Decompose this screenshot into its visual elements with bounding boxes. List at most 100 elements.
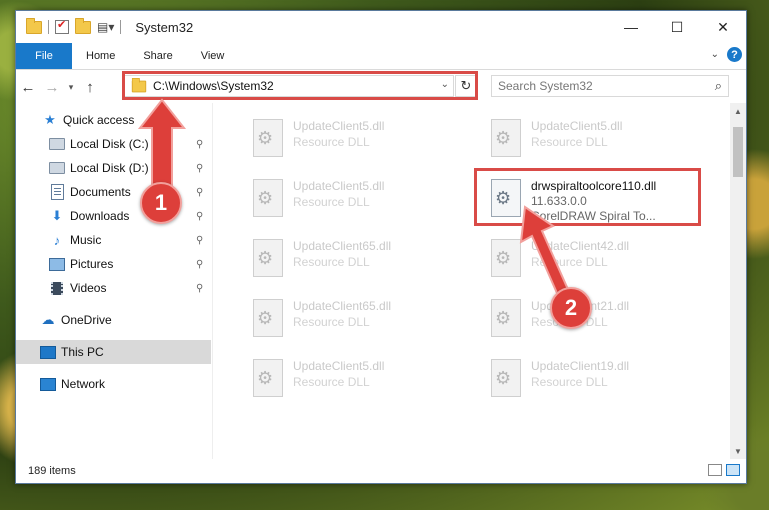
dll-file-icon xyxy=(253,359,283,397)
large-icons-view-icon[interactable] xyxy=(726,464,740,476)
file-item[interactable]: UpdateClient5.dll Resource DLL xyxy=(241,113,471,165)
network-icon xyxy=(40,376,56,392)
title-bar: ▤▾ System32 — ☐ ✕ xyxy=(16,11,746,43)
sidebar-item-local-disk-d[interactable]: Local Disk (D:) ⚲ xyxy=(16,156,211,180)
sidebar-item-label: Local Disk (D:) xyxy=(70,161,149,175)
back-button[interactable]: ← xyxy=(16,79,40,96)
file-item[interactable]: UpdateClient42.dll Resource DLL xyxy=(479,233,709,285)
sidebar-item-this-pc[interactable]: This PC xyxy=(16,340,211,364)
target-dll-file[interactable]: drwspiraltoolcore110.dll11.633.0.0CorelD… xyxy=(479,173,709,225)
step-1-badge: 1 xyxy=(140,182,182,224)
file-item[interactable]: UpdateClient5.dll Resource DLL xyxy=(241,173,471,225)
file-type: Resource DLL xyxy=(293,315,370,329)
separator xyxy=(48,20,49,34)
file-description: CorelDRAW Spiral To... xyxy=(531,209,656,223)
properties-check-icon[interactable] xyxy=(55,18,69,34)
pin-icon: ⚲ xyxy=(196,138,204,150)
tab-view[interactable]: View xyxy=(187,43,239,69)
star-icon: ★ xyxy=(44,112,56,127)
navigation-pane: ★ Quick access Local Disk (C:) ⚲ Local Disk … xyxy=(16,103,213,459)
help-icon[interactable]: ? xyxy=(727,47,742,62)
folder-icon xyxy=(26,17,42,34)
status-bar: 189 items xyxy=(16,459,746,483)
file-name: UpdateClient5.dll xyxy=(293,359,385,373)
forward-button[interactable]: → xyxy=(40,79,64,96)
ribbon-tabs: File Home Share View ⌄ ? xyxy=(16,43,746,70)
tab-home[interactable]: Home xyxy=(72,43,129,69)
pin-icon: ⚲ xyxy=(196,258,204,270)
tab-file[interactable]: File xyxy=(16,43,72,69)
scrollbar-thumb[interactable] xyxy=(733,127,743,177)
scroll-up-icon[interactable]: ▲ xyxy=(730,103,746,119)
sidebar-item-onedrive[interactable]: ☁ OneDrive xyxy=(16,308,211,332)
close-button[interactable]: ✕ xyxy=(700,11,746,43)
sidebar-item-quick-access[interactable]: ★ Quick access xyxy=(16,108,211,132)
recent-locations-button[interactable]: ▾ xyxy=(64,82,78,93)
file-list: UpdateClient5.dllResource DLLUpdateClien… xyxy=(213,103,730,459)
dll-file-icon xyxy=(491,359,521,397)
file-item[interactable]: UpdateClient65.dll Resource DLL xyxy=(241,233,471,285)
file-type: Resource DLL xyxy=(531,255,608,269)
ribbon-right-controls: ⌄ ? xyxy=(711,47,742,62)
search-input[interactable]: Search System32 ⌕ xyxy=(491,75,729,97)
music-icon: ♪ xyxy=(53,232,61,248)
details-view-icon[interactable] xyxy=(708,464,722,476)
file-name: UpdateClient42.dll xyxy=(531,239,630,253)
sidebar-item-network[interactable]: Network xyxy=(16,372,211,396)
sidebar-item-label: Network xyxy=(61,377,106,391)
window-title: System32 xyxy=(135,19,194,35)
sidebar-item-label: Downloads xyxy=(70,209,130,223)
address-dropdown-icon[interactable]: ⌄ xyxy=(441,79,449,90)
sidebar-item-label: Quick access xyxy=(63,113,135,127)
file-version: 11.633.0.0 xyxy=(531,194,587,208)
dll-file-icon xyxy=(491,299,521,337)
view-toggle xyxy=(708,464,740,476)
up-button[interactable]: ↑ xyxy=(78,79,102,96)
scroll-down-icon[interactable]: ▼ xyxy=(730,443,746,459)
sidebar-item-label: Documents xyxy=(70,185,131,199)
customize-toolbar-icon[interactable]: ▤▾ xyxy=(97,20,114,34)
address-bar[interactable]: C:\Windows\System32 ⌄ xyxy=(124,75,454,97)
vertical-scrollbar[interactable]: ▲ ▼ xyxy=(730,103,746,459)
sidebar-item-label: This PC xyxy=(61,345,104,359)
pin-icon: ⚲ xyxy=(196,234,204,246)
search-placeholder: Search System32 xyxy=(498,79,593,93)
dll-file-icon xyxy=(253,239,283,277)
dll-file-icon xyxy=(491,179,521,217)
step-2-badge: 2 xyxy=(550,287,592,329)
file-name: UpdateClient5.dll xyxy=(293,179,385,193)
file-explorer-window: ▤▾ System32 — ☐ ✕ File Home Share View ⌄… xyxy=(15,10,747,484)
file-type: Resource DLL xyxy=(531,375,608,389)
sidebar-item-music[interactable]: ♪ Music ⚲ xyxy=(16,228,211,252)
explorer-body: ★ Quick access Local Disk (C:) ⚲ Local Disk … xyxy=(16,103,746,459)
file-item[interactable]: UpdateClient21.dllResource DLL xyxy=(479,293,709,345)
sidebar-item-downloads[interactable]: ⬇ Downloads ⚲ xyxy=(16,204,211,228)
file-item[interactable]: UpdateClient65.dll Resource DLL xyxy=(241,293,471,345)
dll-file-icon xyxy=(491,239,521,277)
sidebar-item-local-disk-c[interactable]: Local Disk (C:) ⚲ xyxy=(16,132,211,156)
maximize-button[interactable]: ☐ xyxy=(654,11,700,43)
sidebar-item-label: Pictures xyxy=(70,257,114,271)
file-item[interactable]: UpdateClient5.dll Resource DLL xyxy=(241,353,471,405)
pin-icon: ⚲ xyxy=(196,282,204,294)
sidebar-item-videos[interactable]: Videos ⚲ xyxy=(16,276,211,300)
refresh-button[interactable]: ↻ xyxy=(455,75,477,97)
file-name: drwspiraltoolcore110.dll xyxy=(531,179,657,193)
address-path[interactable]: C:\Windows\System32 xyxy=(153,79,274,93)
dll-file-icon xyxy=(253,119,283,157)
new-folder-icon[interactable] xyxy=(75,17,91,34)
search-icon[interactable]: ⌕ xyxy=(715,78,722,94)
document-icon xyxy=(49,184,65,200)
file-item[interactable]: UpdateClient5.dll Resource DLL xyxy=(479,113,709,165)
videos-icon xyxy=(49,280,65,296)
file-item[interactable]: UpdateClient19.dll Resource DLL xyxy=(479,353,709,405)
minimize-button[interactable]: — xyxy=(608,11,654,43)
dll-file-icon xyxy=(253,179,283,217)
drive-icon xyxy=(49,136,65,152)
sidebar-item-pictures[interactable]: Pictures ⚲ xyxy=(16,252,211,276)
file-type: Resource DLL xyxy=(531,135,608,149)
file-type: Resource DLL xyxy=(293,255,370,269)
file-name: UpdateClient19.dll xyxy=(531,359,630,373)
expand-ribbon-icon[interactable]: ⌄ xyxy=(711,49,719,60)
tab-share[interactable]: Share xyxy=(129,43,186,69)
